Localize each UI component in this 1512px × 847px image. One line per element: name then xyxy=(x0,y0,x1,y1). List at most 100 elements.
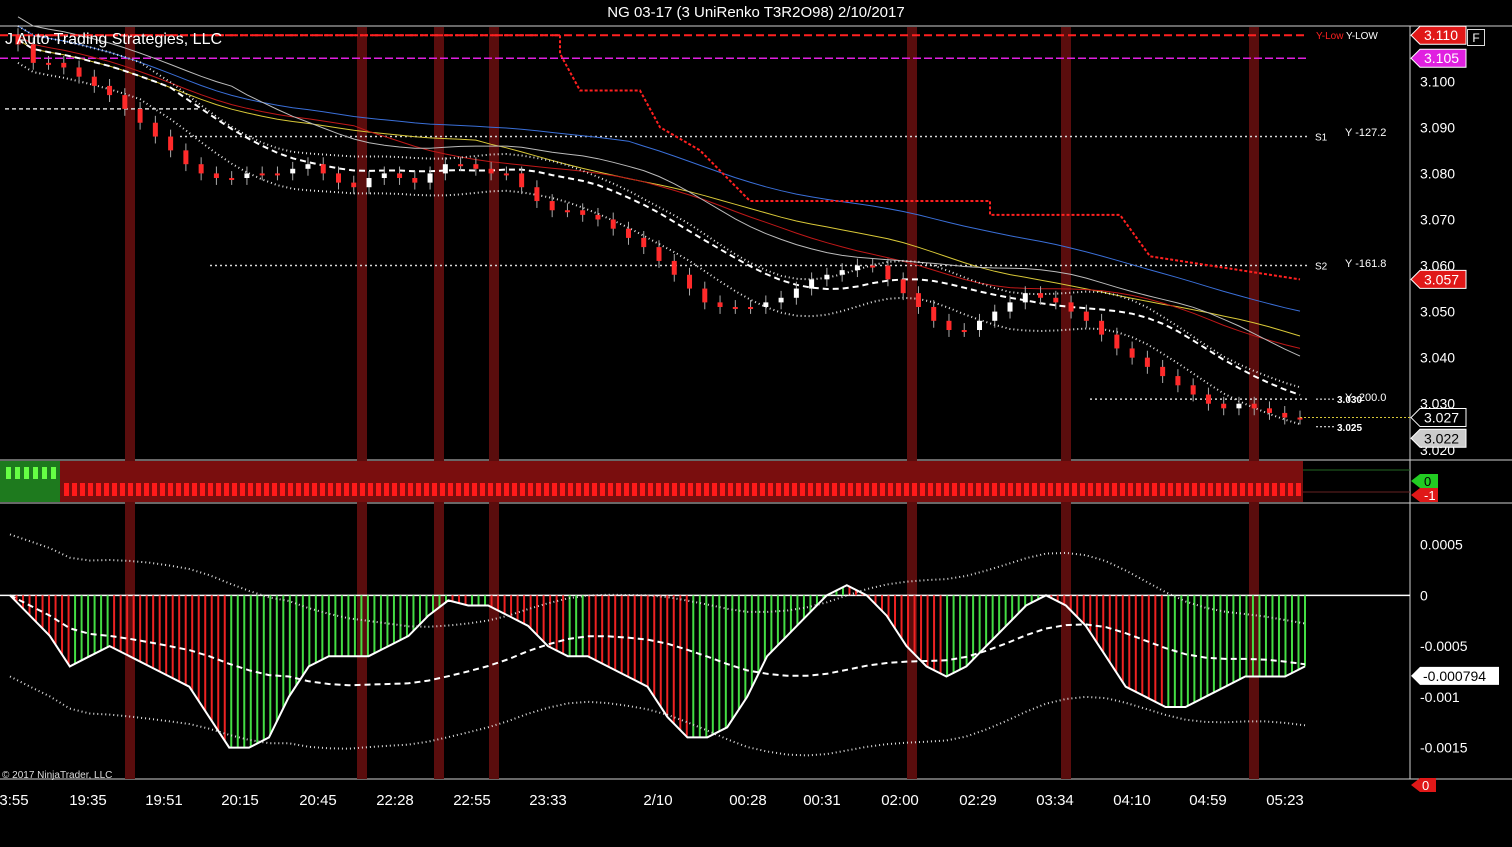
s1-label: S1 xyxy=(1315,133,1328,144)
strip-red-tick xyxy=(1280,483,1285,496)
strip-red-tick xyxy=(952,483,957,496)
strip-red-tick xyxy=(912,483,917,496)
strip-red-tick xyxy=(168,483,173,496)
strip-red-tick xyxy=(464,483,469,496)
strip-red-tick xyxy=(816,483,821,496)
strip-red-tick xyxy=(928,483,933,496)
strip-red-tick xyxy=(992,483,997,496)
strip-red-tick xyxy=(64,483,69,496)
strip-red-tick xyxy=(840,483,845,496)
strip-red-tick xyxy=(496,483,501,496)
strip-red-tick xyxy=(208,483,213,496)
candle xyxy=(870,265,876,268)
x-tick-label: 04:59 xyxy=(1189,792,1227,809)
strip-red-tick xyxy=(272,483,277,496)
candle xyxy=(458,164,464,167)
strip-red-tick xyxy=(664,483,669,496)
session-band xyxy=(434,27,444,779)
x-tick-label: 02:00 xyxy=(881,792,919,809)
strip-red-tick xyxy=(1232,483,1237,496)
strip-red-tick xyxy=(1192,483,1197,496)
price-tick-label: 3.050 xyxy=(1420,304,1455,320)
strip-red-tick xyxy=(1008,483,1013,496)
strip-red-tick xyxy=(592,483,597,496)
y-low-flag: 3.110 xyxy=(1410,25,1467,45)
x-tick-label: 00:31 xyxy=(803,792,841,809)
strip-red-tick xyxy=(120,483,125,496)
trend-strip-panel: 0-1 xyxy=(0,461,1438,503)
strip-red-tick xyxy=(1184,483,1189,496)
candle xyxy=(229,178,235,181)
candle xyxy=(519,173,525,188)
strip-red-tick xyxy=(1248,483,1253,496)
strip-red-tick xyxy=(72,483,77,496)
strip-red-tick xyxy=(96,483,101,496)
candle xyxy=(336,173,341,183)
strip-red-tick xyxy=(304,483,309,496)
strip-red-tick xyxy=(1136,483,1141,496)
strip-red-tick xyxy=(1128,483,1133,496)
strip-red-tick xyxy=(1112,483,1117,496)
candle xyxy=(442,164,448,174)
strip-red-tick xyxy=(704,483,709,496)
stop-price-flag-text: 3.057 xyxy=(1424,271,1459,287)
strip-green-tick xyxy=(24,467,29,479)
trailing-stop-line xyxy=(30,34,1301,281)
y-low-left-label: Y-Low xyxy=(1316,31,1344,42)
strip-red-tick xyxy=(728,483,733,496)
strip-red-tick xyxy=(392,483,397,496)
strip-red-tick xyxy=(1160,483,1165,496)
strip-red-tick xyxy=(560,483,565,496)
strip-green-tick xyxy=(51,467,56,479)
x-tick-label: 04:10 xyxy=(1113,792,1151,809)
strip-red-tick xyxy=(1176,483,1181,496)
strategy-label: J Auto Trading Strategies, LLC xyxy=(5,31,223,48)
x-tick-label: 2/10 xyxy=(643,792,672,809)
osc-tick-label: -0.0015 xyxy=(1420,740,1468,756)
strip-red-tick xyxy=(848,483,853,496)
s1-value-label: Y -127.2 xyxy=(1345,127,1386,139)
blue-moving-average xyxy=(17,25,1301,312)
candle xyxy=(671,260,677,275)
strip-red-tick xyxy=(456,483,461,496)
strip-red-tick xyxy=(472,483,477,496)
candle xyxy=(381,173,387,179)
candle xyxy=(625,228,631,238)
strip-red-tick xyxy=(312,483,317,496)
candle xyxy=(1083,311,1089,321)
session-band xyxy=(489,27,499,779)
x-tick-label: 22:28 xyxy=(376,792,414,809)
strip-red-tick xyxy=(1072,483,1077,496)
strip-red-tick xyxy=(432,483,437,496)
x-tick-label: 22:55 xyxy=(453,792,491,809)
candle xyxy=(1205,394,1211,404)
strip-red-tick xyxy=(608,483,613,496)
candle xyxy=(885,265,891,280)
candle xyxy=(1007,302,1013,312)
strip-red-tick xyxy=(880,483,885,496)
strip-red-tick xyxy=(88,483,93,496)
price-tick-label: 3.080 xyxy=(1420,165,1455,181)
candle xyxy=(824,274,830,280)
strip-red-tick xyxy=(1000,483,1005,496)
candle xyxy=(931,306,937,321)
strip-red-tick xyxy=(488,483,493,496)
f-button[interactable]: F xyxy=(1467,29,1485,46)
candle xyxy=(687,274,693,289)
strip-red-tick xyxy=(640,483,645,496)
x-tick-label: 02:29 xyxy=(959,792,997,809)
candle xyxy=(839,270,845,275)
strip-red-tick xyxy=(584,483,589,496)
price-tick-label: 3.040 xyxy=(1420,350,1455,366)
candle xyxy=(46,62,52,65)
strip-red-tick xyxy=(808,483,813,496)
strip-green-tick xyxy=(42,467,47,479)
strip-red-tick xyxy=(240,483,245,496)
x-tick-label: 20:15 xyxy=(221,792,259,809)
candle xyxy=(732,306,738,309)
candle xyxy=(793,288,799,298)
strip-red-tick xyxy=(152,483,157,496)
x-tick-label: 23:33 xyxy=(529,792,567,809)
target-lower-label: 3.025 xyxy=(1337,423,1362,434)
strip-red-tick xyxy=(1264,483,1269,496)
